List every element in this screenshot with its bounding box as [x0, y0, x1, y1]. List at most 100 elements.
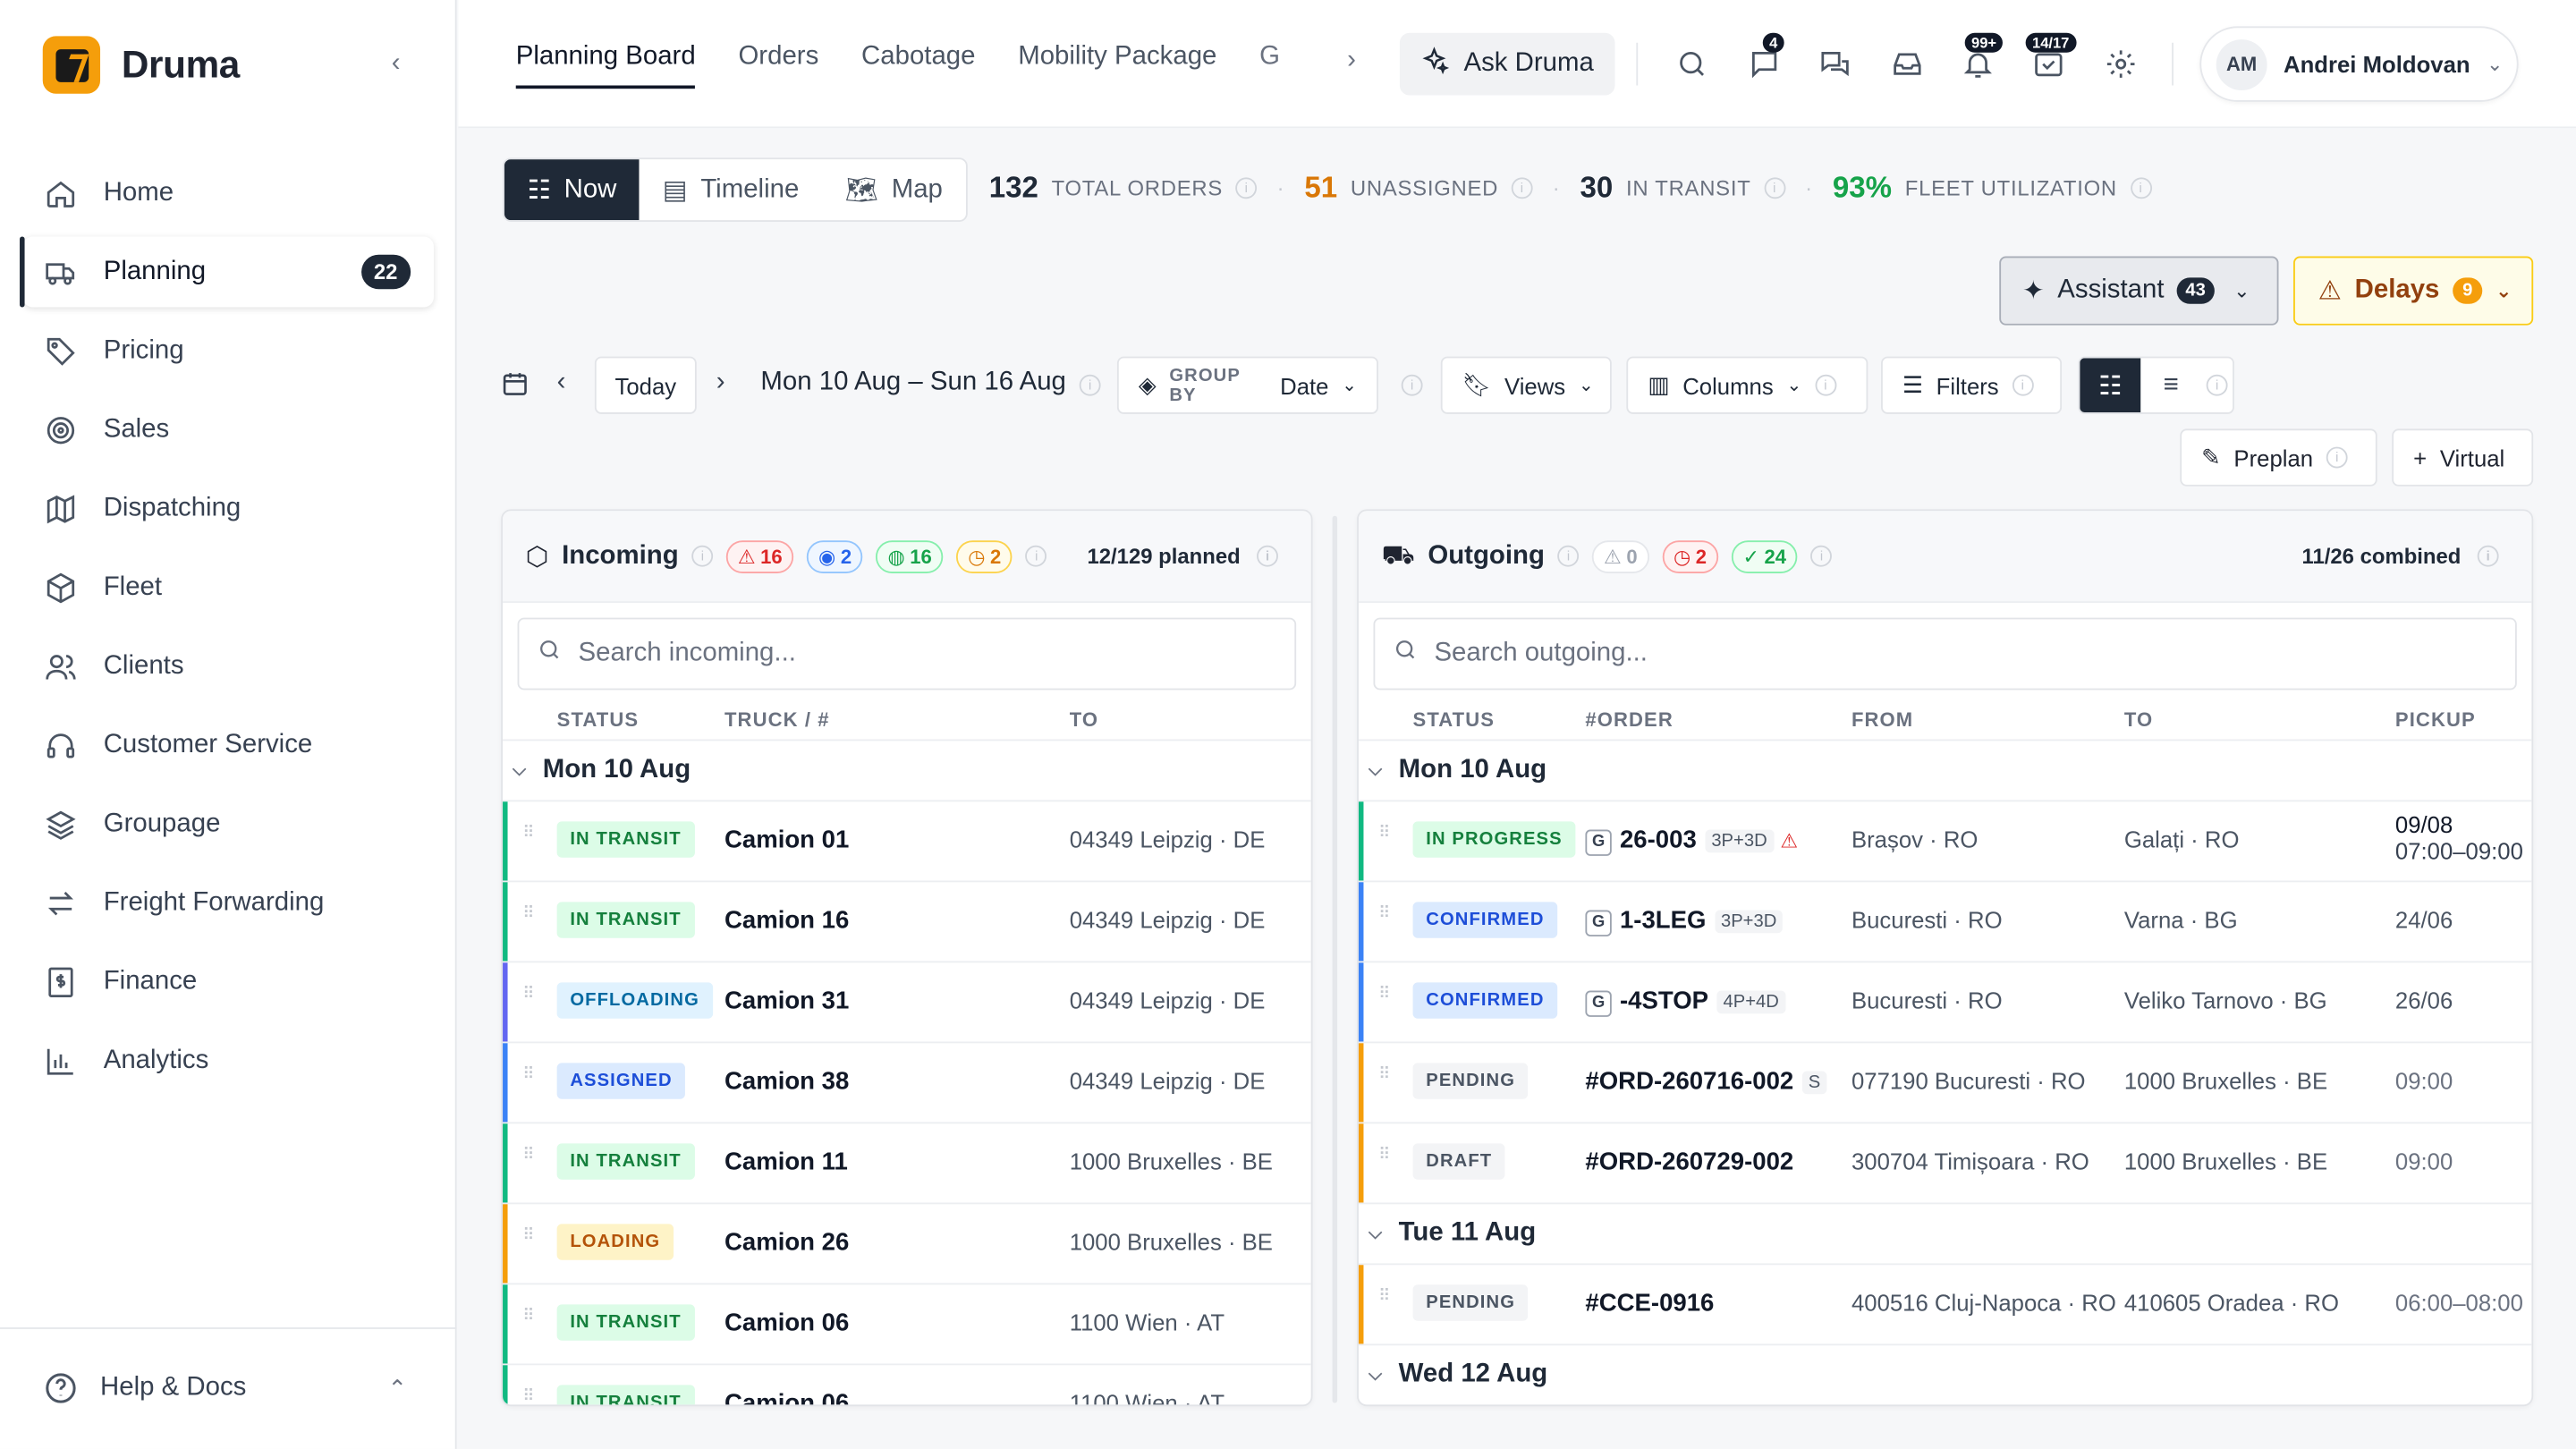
tab-orders[interactable]: Orders: [738, 43, 818, 89]
table-row[interactable]: ⠿ CONFIRMED G -4STOP 4P+4D Bucuresti · RO Veli…: [1358, 962, 2532, 1044]
order-id-cell[interactable]: #ORD-260716-002 S: [1585, 1068, 1827, 1096]
columns-dropdown[interactable]: ▥ Columns ⌄ i: [1626, 356, 1868, 414]
truck-name[interactable]: Camion 06: [724, 1390, 849, 1405]
preplan-button[interactable]: ✎ Preplan i: [2180, 428, 2377, 487]
calendar-icon[interactable]: [501, 369, 529, 405]
truck-name[interactable]: Camion 26: [724, 1229, 849, 1257]
sidebar-item-groupage[interactable]: Groupage: [23, 789, 434, 860]
info-icon[interactable]: i: [1511, 177, 1533, 199]
info-icon[interactable]: i: [691, 545, 714, 567]
sidebar-item-freight-forwarding[interactable]: Freight Forwarding: [23, 868, 434, 938]
gear-icon[interactable]: [2101, 45, 2140, 84]
drag-handle-icon[interactable]: ⠿: [522, 1389, 536, 1404]
order-id-cell[interactable]: G -4STOP 4P+4D: [1585, 987, 1786, 1016]
today-button[interactable]: Today: [594, 356, 697, 414]
drag-handle-icon[interactable]: ⠿: [522, 1067, 536, 1083]
clock-chip[interactable]: ◷ 2: [956, 539, 1013, 573]
inbox-icon[interactable]: [1887, 45, 1927, 84]
truck-name[interactable]: Camion 38: [724, 1068, 849, 1096]
view-now[interactable]: ☷ Now: [504, 159, 640, 221]
drag-handle-icon[interactable]: ⠿: [1378, 987, 1392, 1003]
filters-button[interactable]: ☰ Filters i: [1881, 356, 2063, 414]
virtual-button[interactable]: + Virtual: [2392, 428, 2534, 487]
drag-handle-icon[interactable]: ⠿: [1378, 1289, 1392, 1305]
user-menu[interactable]: AM Andrei Moldovan ⌄: [2199, 26, 2519, 102]
chat-icon[interactable]: [1816, 45, 1855, 84]
sidebar-item-sales[interactable]: Sales: [23, 394, 434, 465]
tab-cabotage[interactable]: Cabotage: [861, 43, 975, 89]
tasks-icon[interactable]: 14/17: [2025, 32, 2076, 84]
drag-handle-icon[interactable]: ⠿: [1378, 1067, 1392, 1083]
alert-chip[interactable]: ⚠ 0: [1592, 539, 1649, 573]
col-status[interactable]: STATUS: [1413, 708, 1496, 732]
drag-handle-icon[interactable]: ⠿: [522, 906, 536, 922]
sidebar-item-planning[interactable]: Planning 22: [20, 236, 434, 308]
delays-button[interactable]: ⚠ Delays 9 ⌄: [2293, 256, 2534, 326]
drag-handle-icon[interactable]: ⠿: [1378, 826, 1392, 842]
alert-chip[interactable]: ⚠ 16: [725, 539, 794, 573]
table-row[interactable]: ⠿ DRAFT #ORD-260729-002 300704 Timișoara · …: [1358, 1123, 2532, 1205]
assistant-button[interactable]: ✦ Assistant 43 ⌄: [1999, 256, 2279, 326]
drag-handle-icon[interactable]: ⠿: [522, 987, 536, 1003]
info-icon[interactable]: i: [2201, 358, 2233, 412]
date-group-header[interactable]: ⌵ Mon 10 Aug: [1358, 741, 2532, 802]
prev-week-icon[interactable]: ‹: [557, 368, 566, 397]
col-to[interactable]: TO: [2124, 708, 2153, 732]
table-row[interactable]: ⠿ IN TRANSIT Camion 01 04349 Leipzig · DE: [503, 801, 1311, 883]
table-row[interactable]: ⠿ IN TRANSIT Camion 11 1000 Bruxelles · BE: [503, 1123, 1311, 1205]
sidebar-item-analytics[interactable]: Analytics: [23, 1025, 434, 1096]
date-group-header[interactable]: ⌵ Tue 11 Aug: [1358, 1204, 2532, 1266]
tab-mobility-package[interactable]: Mobility Package: [1018, 43, 1216, 89]
col-truck[interactable]: TRUCK / #: [724, 708, 830, 732]
drag-handle-icon[interactable]: ⠿: [1378, 1148, 1392, 1164]
table-row[interactable]: ⠿ OFFLOADING Camion 31 04349 Leipzig · DE: [503, 962, 1311, 1044]
list-detailed-icon[interactable]: ☷: [2080, 358, 2141, 413]
drag-handle-icon[interactable]: ⠿: [522, 826, 536, 842]
views-dropdown[interactable]: 🔖︎ Views ⌄: [1440, 356, 1612, 414]
info-icon[interactable]: i: [2130, 177, 2152, 199]
next-week-icon[interactable]: ›: [716, 368, 725, 397]
col-status[interactable]: STATUS: [557, 708, 640, 732]
truck-name[interactable]: Camion 11: [724, 1148, 848, 1176]
drag-handle-icon[interactable]: ⠿: [522, 1148, 536, 1164]
order-id-cell[interactable]: G 1-3LEG 3P+3D: [1585, 907, 1784, 936]
search-icon[interactable]: [1673, 45, 1712, 84]
table-row[interactable]: ⠿ IN PROGRESS G 26-003 3P+3D ⚠ Brașov · RO Gala…: [1358, 801, 2532, 883]
table-row[interactable]: ⠿ PENDING #ORD-260716-002 S 077190 Bucuresti…: [1358, 1043, 2532, 1124]
sidebar-item-home[interactable]: Home: [23, 157, 434, 228]
info-icon[interactable]: i: [1235, 177, 1258, 199]
truck-name[interactable]: Camion 01: [724, 826, 849, 854]
order-id-cell[interactable]: #ORD-260729-002: [1585, 1148, 1793, 1176]
bell-icon[interactable]: 99+: [1958, 32, 2004, 84]
sidebar-item-dispatching[interactable]: Dispatching: [23, 473, 434, 544]
truck-name[interactable]: Camion 16: [724, 907, 849, 935]
col-order[interactable]: #ORDER: [1585, 708, 1673, 732]
tab-planning-board[interactable]: Planning Board: [515, 43, 696, 89]
clock-chip[interactable]: ◷ 2: [1662, 539, 1718, 573]
table-row[interactable]: ⠿ ASSIGNED Camion 38 04349 Leipzig · DE: [503, 1043, 1311, 1124]
truck-name[interactable]: Camion 06: [724, 1309, 849, 1337]
tabs-scroll-right-icon[interactable]: ›: [1347, 46, 1356, 75]
order-id-cell[interactable]: G 26-003 3P+3D ⚠: [1585, 826, 1798, 856]
info-icon[interactable]: i: [1557, 545, 1580, 567]
tab-truncated[interactable]: G: [1259, 43, 1280, 89]
view-timeline[interactable]: ▤ Timeline: [640, 159, 822, 220]
truck-name[interactable]: Camion 31: [724, 987, 849, 1015]
drag-handle-icon[interactable]: ⠿: [1378, 906, 1392, 922]
date-group-header[interactable]: ⌵ Wed 12 Aug: [1359, 1345, 2531, 1404]
collapse-sidebar-icon[interactable]: ‹: [379, 47, 412, 80]
help-docs-link[interactable]: Help & Docs: [43, 1370, 247, 1406]
col-to[interactable]: TO: [1070, 708, 1098, 732]
info-icon[interactable]: i: [1764, 177, 1786, 199]
info-icon[interactable]: i: [1025, 545, 1047, 567]
info-icon[interactable]: i: [1810, 545, 1833, 567]
view-map[interactable]: 🗺︎ Map: [822, 159, 966, 220]
ask-druma-button[interactable]: Ask Druma: [1399, 32, 1615, 96]
panel-resize-handle[interactable]: [1332, 515, 1338, 1403]
info-icon[interactable]: i: [1401, 374, 1423, 396]
info-icon[interactable]: i: [2012, 374, 2034, 396]
info-icon[interactable]: i: [1079, 374, 1101, 396]
sidebar-item-fleet[interactable]: Fleet: [23, 552, 434, 623]
group-by-select[interactable]: ◈ GROUP BY Date ⌄: [1116, 356, 1378, 414]
info-icon[interactable]: i: [1257, 545, 1278, 567]
